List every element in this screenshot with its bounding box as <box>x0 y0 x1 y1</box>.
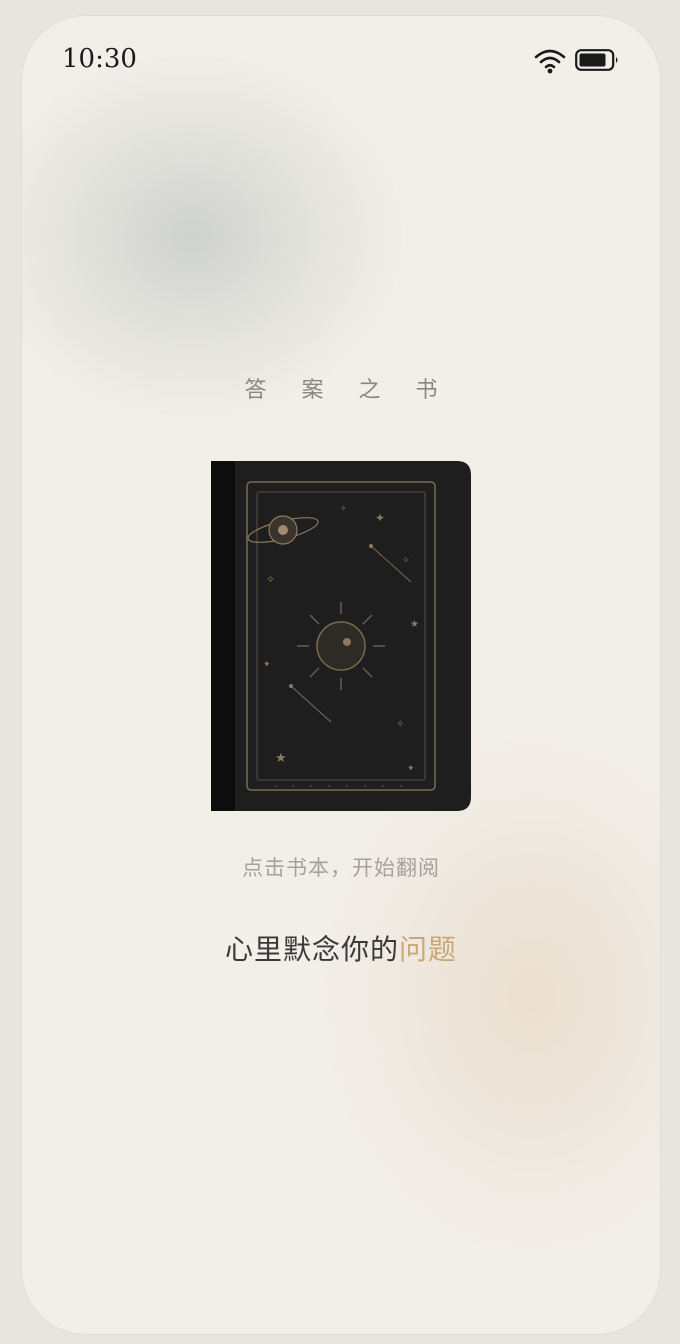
svg-text:✦: ✦ <box>407 764 415 774</box>
wifi-icon <box>534 49 566 74</box>
book-cover-celestial-icon[interactable]: ✦ ✧ ✧ ✧ ★ ✦ ✧ ★ ✦ <box>211 461 471 811</box>
phone-screen: 10:30 答 案 之 书 ✦ ✧ ✧ ✧ ★ ✦ ✧ ★ ✦ 点击书本，开始翻… <box>22 16 660 1334</box>
svg-text:✧: ✧ <box>340 504 347 513</box>
prompt-accent-text: 问题 <box>399 933 458 966</box>
status-time: 10:30 <box>62 44 137 74</box>
question-prompt: 心里默念你的问题 <box>22 928 660 968</box>
svg-text:★: ★ <box>410 619 419 630</box>
app-title: 答 案 之 书 <box>244 378 452 403</box>
svg-text:✦: ✦ <box>375 511 385 525</box>
background-glow-bottom <box>322 736 660 1256</box>
svg-text:✧: ✧ <box>402 556 410 566</box>
svg-text:★: ★ <box>275 751 287 766</box>
status-bar: 10:30 <box>22 16 660 106</box>
background-glow-top <box>22 56 402 416</box>
svg-text:✧: ✧ <box>266 573 275 586</box>
battery-icon <box>575 49 618 71</box>
svg-text:✦: ✦ <box>263 660 271 670</box>
tap-book-hint: 点击书本，开始翻阅 <box>242 856 440 880</box>
svg-text:✧: ✧ <box>396 719 404 730</box>
prompt-lead-text: 心里默念你的 <box>224 933 399 966</box>
